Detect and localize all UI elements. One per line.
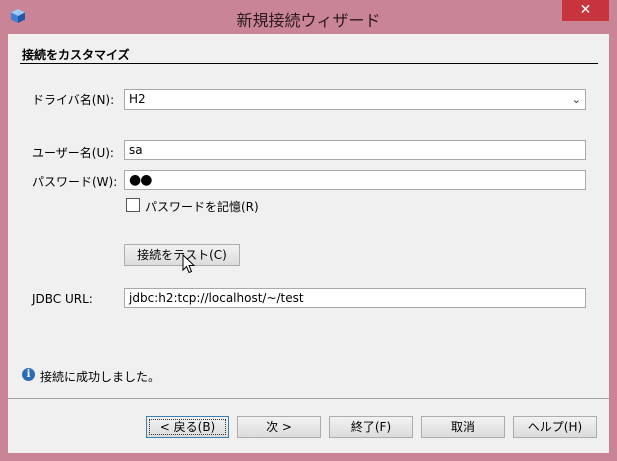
footer-divider	[8, 398, 609, 399]
driver-value: H2	[129, 92, 146, 106]
jdbc-url-field[interactable]: jdbc:h2:tcp://localhost/~/test	[124, 288, 586, 308]
remember-password-checkbox[interactable]	[126, 198, 140, 212]
close-button[interactable]: ✕	[562, 0, 609, 21]
next-button[interactable]: 次 >	[237, 416, 321, 438]
section-divider	[20, 63, 598, 64]
wizard-panel: 接続をカスタマイズ ドライバ名(N): H2 ⌄ ユーザー名(U): sa パス…	[8, 34, 609, 453]
password-field[interactable]: ●●	[124, 170, 586, 190]
window-title: 新規接続ウィザード	[236, 11, 381, 30]
help-button[interactable]: ヘルプ(H)	[513, 416, 597, 438]
mouse-pointer-icon	[182, 254, 196, 274]
section-title: 接続をカスタマイズ	[22, 48, 130, 62]
wizard-window: 新規接続ウィザード ✕ 接続をカスタマイズ ドライバ名(N): H2 ⌄ ユーザ…	[0, 0, 617, 461]
back-button[interactable]: < 戻る(B)	[146, 416, 229, 438]
finish-button[interactable]: 終了(F)	[329, 416, 413, 438]
password-label: パスワード(W):	[32, 175, 118, 189]
status-message: 接続に成功しました。	[40, 370, 161, 384]
chevron-down-icon: ⌄	[571, 93, 581, 106]
info-icon: i	[22, 368, 35, 381]
username-field[interactable]: sa	[124, 140, 586, 160]
username-label: ユーザー名(U):	[32, 146, 114, 160]
jdbc-url-label: JDBC URL:	[32, 292, 93, 306]
driver-label: ドライバ名(N):	[32, 93, 115, 107]
driver-dropdown[interactable]: H2 ⌄	[124, 89, 586, 110]
cancel-button[interactable]: 取消	[421, 416, 505, 438]
remember-password-label[interactable]: パスワードを記憶(R)	[145, 198, 259, 215]
title-bar[interactable]: 新規接続ウィザード ✕	[0, 0, 617, 34]
